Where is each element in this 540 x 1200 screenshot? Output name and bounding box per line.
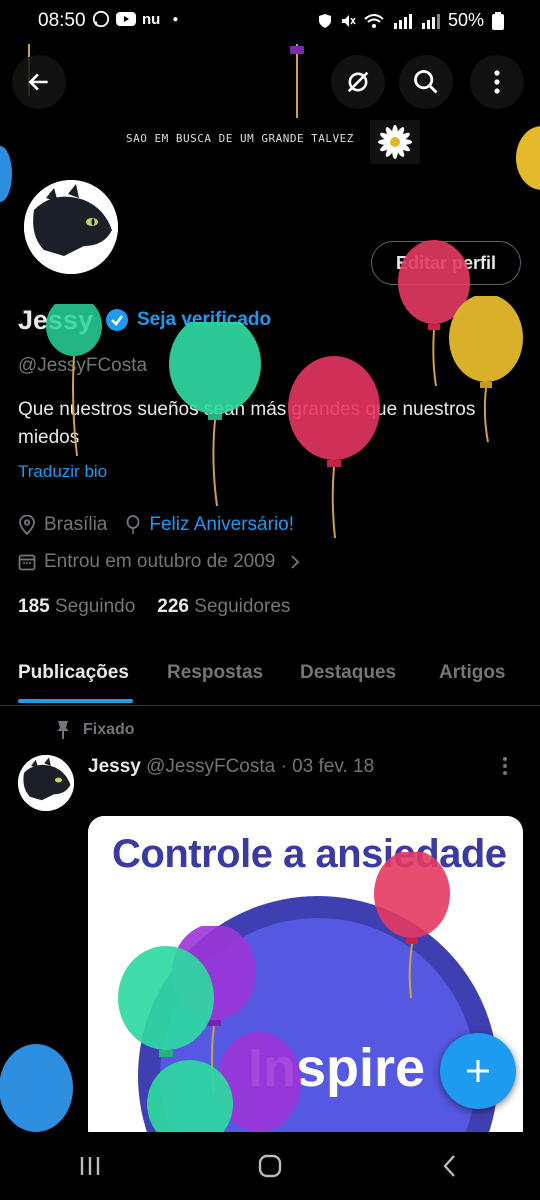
search-button[interactable] <box>399 55 453 109</box>
dragon-avatar-icon <box>24 180 118 274</box>
balloon-icon <box>516 126 540 190</box>
nubank-icon-text: nu <box>142 10 161 28</box>
tab-respostas[interactable]: Respostas <box>167 662 263 684</box>
banner-decoration <box>290 46 304 54</box>
status-right: 50% <box>318 10 504 31</box>
joined-text: Entrou em outubro de 2009 <box>44 551 276 572</box>
balloon-icon <box>374 852 450 999</box>
balloon-icon <box>118 946 214 1057</box>
balloon-icon <box>288 356 380 539</box>
follow-stats: 185 Seguindo 226 Seguidores <box>18 596 290 618</box>
wifi-icon <box>364 13 384 28</box>
recent-apps-icon[interactable] <box>77 1153 103 1179</box>
signal-icon <box>421 13 440 29</box>
status-time: 08:50 <box>38 10 86 31</box>
status-left-icons: nu ● <box>92 10 178 28</box>
balloon-icon <box>0 146 12 202</box>
notification-dot-icon: ● <box>172 13 179 25</box>
verified-badge-icon <box>106 309 128 331</box>
post-avatar[interactable] <box>18 755 74 811</box>
back-button[interactable] <box>12 55 66 109</box>
shield-icon <box>318 13 331 28</box>
banner-decoration <box>296 44 298 118</box>
followers-label: Seguidores <box>194 596 291 617</box>
home-icon[interactable] <box>257 1153 283 1179</box>
avatar[interactable] <box>21 177 121 277</box>
search-icon <box>414 70 438 94</box>
following-count: 185 <box>18 596 50 617</box>
battery-icon <box>492 11 504 30</box>
post-author[interactable]: Jessy <box>88 756 141 777</box>
tab-artigos[interactable]: Artigos <box>439 662 506 684</box>
daisy-icon <box>370 120 420 164</box>
active-tab-indicator <box>18 699 133 703</box>
balloon-icon <box>169 322 261 507</box>
eye-slash-icon <box>347 71 369 93</box>
battery-percent: 50% <box>447 10 484 30</box>
location-icon <box>19 515 35 535</box>
whatsapp-icon <box>92 10 110 28</box>
following-link[interactable]: 185 Seguindo <box>18 596 135 618</box>
tab-publicacoes[interactable]: Publicações <box>18 662 129 684</box>
followers-count: 226 <box>157 596 189 617</box>
location-text: Brasília <box>44 514 108 535</box>
arrow-left-icon <box>28 73 48 91</box>
post-more-button[interactable] <box>502 756 508 782</box>
youtube-icon <box>116 12 136 26</box>
chevron-right-icon <box>291 555 300 569</box>
mute-icon <box>341 14 356 27</box>
following-label: Seguindo <box>54 596 136 617</box>
followers-link[interactable]: 226 Seguidores <box>157 596 290 618</box>
calendar-icon <box>18 554 36 571</box>
post-header: Jessy @JessyFCosta · 03 fev. 18 <box>88 756 374 778</box>
back-nav-icon[interactable] <box>437 1153 463 1179</box>
plus-icon <box>467 1060 489 1082</box>
hide-button[interactable] <box>331 55 385 109</box>
profile-banner <box>0 44 540 168</box>
balloon-icon <box>449 296 523 443</box>
post-handle-date: @JessyFCosta · 03 fev. 18 <box>146 756 375 777</box>
joined-row[interactable]: Entrou em outubro de 2009 <box>18 551 301 573</box>
status-bar: 08:50 nu ● 50% <box>0 0 540 44</box>
signal-icon <box>393 13 412 29</box>
balloon-icon <box>126 515 140 534</box>
profile-tabs: Publicações Respostas Destaques Artigos <box>0 650 540 706</box>
system-nav-bar <box>0 1132 540 1200</box>
translate-bio-link[interactable]: Traduzir bio <box>18 462 107 482</box>
dragon-avatar-icon <box>18 755 74 811</box>
more-button[interactable] <box>470 55 524 109</box>
profile-meta: Brasília Feliz Aniversário! <box>18 514 294 536</box>
balloon-icon <box>147 1060 233 1132</box>
pinned-label-row: Fixado <box>55 720 135 740</box>
pin-icon <box>57 721 69 739</box>
tab-destaques[interactable]: Destaques <box>300 662 396 684</box>
more-vertical-icon <box>503 757 507 775</box>
birthday-link[interactable]: Feliz Aniversário! <box>149 514 294 536</box>
balloon-icon <box>0 1044 73 1132</box>
pinned-text: Fixado <box>83 721 135 738</box>
banner-text: SAO EM BUSCA DE UM GRANDE TALVEZ <box>126 132 354 145</box>
more-vertical-icon <box>494 70 500 94</box>
compose-post-button[interactable] <box>440 1033 516 1109</box>
balloon-icon <box>46 304 102 457</box>
